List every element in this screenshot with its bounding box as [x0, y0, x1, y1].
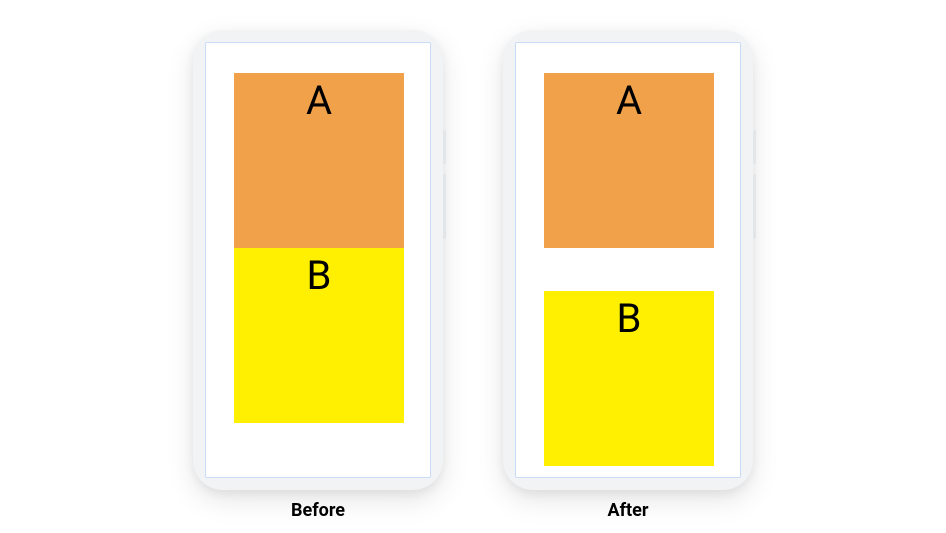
- block-a-after: A: [544, 73, 714, 248]
- phone-screen-before: A B: [205, 42, 431, 478]
- block-a-label: A: [616, 77, 642, 124]
- phone-after-column: A B After: [503, 30, 753, 521]
- block-a-before: A: [234, 73, 404, 248]
- phone-frame-after: A B: [503, 30, 753, 490]
- block-b-after: B: [544, 291, 714, 466]
- block-b-label: B: [617, 295, 642, 342]
- block-b-before: B: [234, 248, 404, 423]
- caption-before: Before: [291, 500, 345, 521]
- phone-screen-after: A B: [515, 42, 741, 478]
- phone-frame-before: A B: [193, 30, 443, 490]
- caption-after: After: [608, 500, 649, 521]
- diagram-stage: A B Before A B After: [0, 0, 946, 533]
- phone-before-column: A B Before: [193, 30, 443, 521]
- block-a-label: A: [306, 77, 332, 124]
- block-b-label: B: [307, 252, 332, 299]
